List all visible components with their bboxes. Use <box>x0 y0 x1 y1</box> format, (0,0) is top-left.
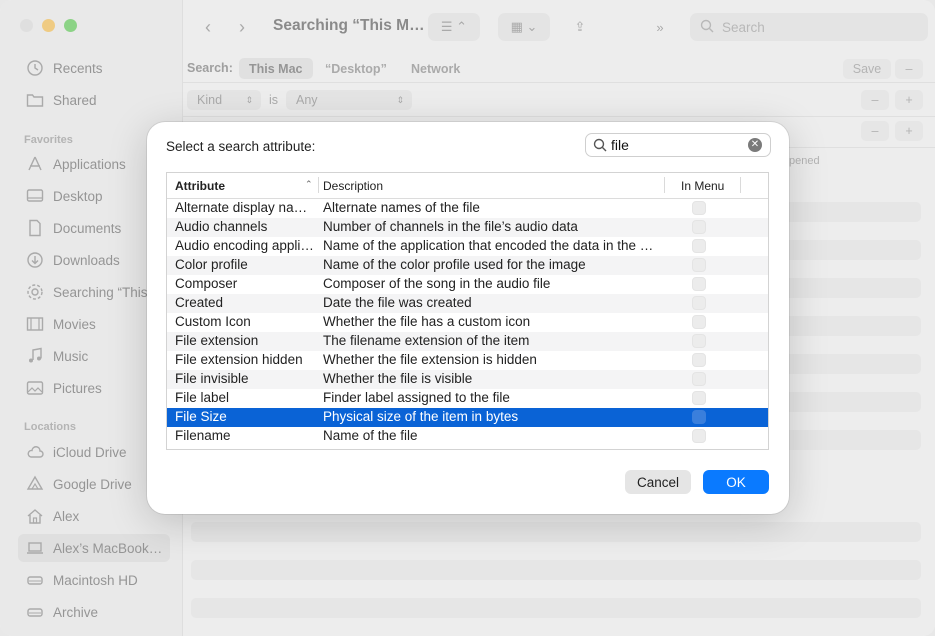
description-cell: Name of the color profile used for the i… <box>323 257 586 272</box>
attribute-cell: File extension <box>175 333 259 348</box>
in-menu-checkbox[interactable] <box>692 220 706 234</box>
in-menu-checkbox[interactable] <box>692 258 706 272</box>
in-menu-checkbox[interactable] <box>692 410 706 424</box>
in-menu-checkbox[interactable] <box>692 296 706 310</box>
dialog-title: Select a search attribute: <box>166 139 316 154</box>
in-menu-checkbox[interactable] <box>692 372 706 386</box>
description-cell: Whether the file is visible <box>323 371 473 386</box>
in-menu-checkbox[interactable] <box>692 334 706 348</box>
in-menu-checkbox[interactable] <box>692 315 706 329</box>
column-header-description[interactable]: Description <box>323 179 383 193</box>
column-header-in-menu[interactable]: In Menu <box>681 179 724 193</box>
attribute-cell: File label <box>175 390 230 405</box>
in-menu-checkbox[interactable] <box>692 391 706 405</box>
table-row[interactable]: File extension The filename extension of … <box>167 332 768 351</box>
attribute-cell: Filename <box>175 428 231 443</box>
column-divider[interactable] <box>740 177 741 193</box>
column-header-attribute[interactable]: Attribute <box>175 179 225 193</box>
description-cell: Composer of the song in the audio file <box>323 276 551 291</box>
finder-window: Recents Shared Favorites Applications De… <box>0 0 935 636</box>
search-icon <box>593 138 607 152</box>
attribute-cell: Audio channels <box>175 219 268 234</box>
attribute-cell: Color profile <box>175 257 248 272</box>
description-cell: Number of channels in the file’s audio d… <box>323 219 578 234</box>
attribute-cell: Created <box>175 295 224 310</box>
description-cell: The filename extension of the item <box>323 333 530 348</box>
table-header: Attribute ⌃ Description In Menu <box>167 173 768 199</box>
description-cell: Name of the application that encoded the… <box>323 238 659 253</box>
in-menu-checkbox[interactable] <box>692 201 706 215</box>
table-row[interactable]: File label Finder label assigned to the f… <box>167 389 768 408</box>
table-row[interactable]: File invisible Whether the file is visibl… <box>167 370 768 389</box>
attribute-cell: File extension hidden <box>175 352 303 367</box>
cancel-button[interactable]: Cancel <box>625 470 691 494</box>
description-cell: Date the file was created <box>323 295 472 310</box>
in-menu-checkbox[interactable] <box>692 239 706 253</box>
clear-search-icon[interactable]: ✕ <box>748 138 762 152</box>
attribute-cell: Custom Icon <box>175 314 251 329</box>
sort-ascending-icon: ⌃ <box>305 179 313 189</box>
attribute-search-field[interactable]: file ✕ <box>585 133 771 157</box>
attribute-cell: Audio encoding application <box>175 238 317 253</box>
table-row[interactable]: Composer Composer of the song in the audi… <box>167 275 768 294</box>
table-row[interactable]: File extension hidden Whether the file ex… <box>167 351 768 370</box>
description-cell: Name of the file <box>323 428 418 443</box>
description-cell: Whether the file has a custom icon <box>323 314 531 329</box>
table-body: Alternate display names Alternate names o… <box>167 199 768 446</box>
table-row[interactable]: Color profile Name of the color profile u… <box>167 256 768 275</box>
in-menu-checkbox[interactable] <box>692 353 706 367</box>
in-menu-checkbox[interactable] <box>692 277 706 291</box>
table-row[interactable]: File Size Physical size of the item in by… <box>167 408 768 427</box>
attribute-search-value: file <box>611 137 629 153</box>
table-row[interactable]: Audio channels Number of channels in the … <box>167 218 768 237</box>
column-divider[interactable] <box>664 177 665 193</box>
attribute-cell: Alternate display names <box>175 200 317 215</box>
description-cell: Physical size of the item in bytes <box>323 409 519 424</box>
description-cell: Finder label assigned to the file <box>323 390 510 405</box>
table-row[interactable]: Audio encoding application Name of the ap… <box>167 237 768 256</box>
attribute-table: Attribute ⌃ Description In Menu Alternat… <box>166 172 769 450</box>
attribute-cell: File Size <box>175 409 227 424</box>
ok-button[interactable]: OK <box>703 470 769 494</box>
table-row[interactable]: Alternate display names Alternate names o… <box>167 199 768 218</box>
attribute-cell: Composer <box>175 276 238 291</box>
description-cell: Alternate names of the file <box>323 200 480 215</box>
description-cell: Whether the file extension is hidden <box>323 352 537 367</box>
attribute-cell: File invisible <box>175 371 249 386</box>
in-menu-checkbox[interactable] <box>692 429 706 443</box>
search-attribute-dialog: Select a search attribute: file ✕ Attrib… <box>147 122 789 514</box>
table-row[interactable]: Created Date the file was created <box>167 294 768 313</box>
table-row[interactable]: Filename Name of the file <box>167 427 768 446</box>
table-row[interactable]: Custom Icon Whether the file has a custom… <box>167 313 768 332</box>
column-divider[interactable] <box>318 177 319 193</box>
